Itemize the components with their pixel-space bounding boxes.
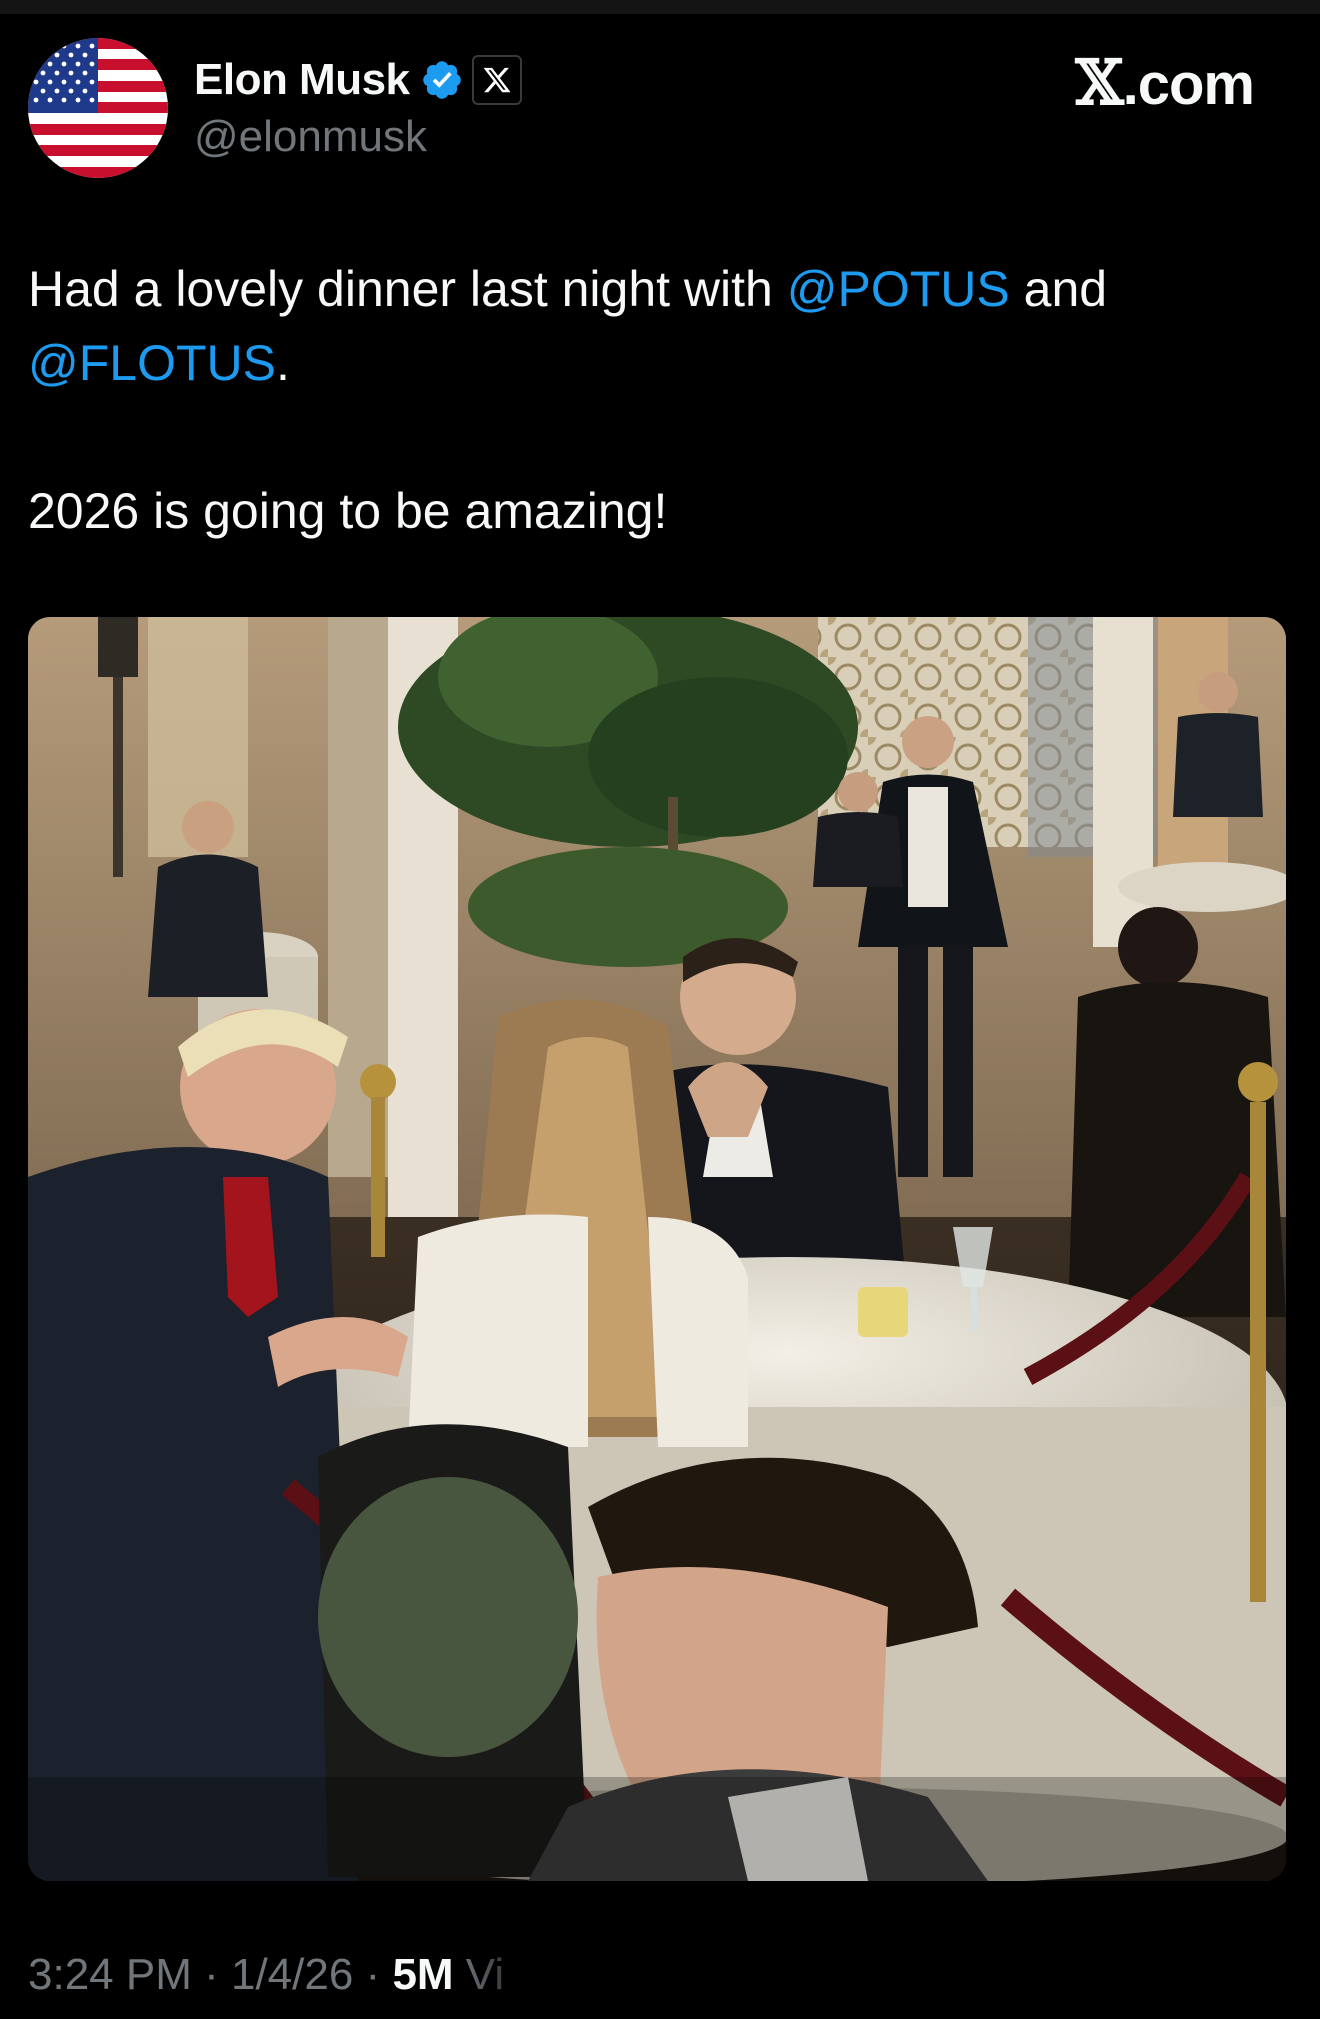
author-name-row: Elon Musk <box>194 50 522 110</box>
mention-link-potus[interactable]: @POTUS <box>787 261 1010 317</box>
meta-fade-overlay <box>460 1940 660 2010</box>
views-count[interactable]: 5M <box>392 1950 453 1999</box>
meta-separator: · <box>353 1950 393 1999</box>
brand-suffix: .com <box>1122 52 1255 117</box>
tweet-meta: 3:24 PM · 1/4/26 · 5M Vi <box>28 1950 504 2000</box>
tweet-text: Had a lovely dinner last night with @POT… <box>28 252 1278 548</box>
author-display-name[interactable]: Elon Musk <box>194 55 410 105</box>
avatar[interactable] <box>28 38 168 178</box>
tweet-text-part: . <box>276 335 290 391</box>
tweet-text-part: Had a lovely dinner last night with <box>28 261 787 317</box>
verified-badge-icon[interactable] <box>420 58 464 102</box>
tweet-photo[interactable] <box>28 617 1286 1881</box>
x-logo-badge-icon[interactable] <box>471 55 522 105</box>
x-brand-glyph: 𝕏 <box>1075 46 1124 119</box>
meta-separator: · <box>191 1950 231 1999</box>
top-status-strip <box>0 0 1320 14</box>
author-handle[interactable]: @elonmusk <box>194 112 427 162</box>
tweet-time[interactable]: 3:24 PM <box>28 1950 192 1999</box>
tweet-date[interactable]: 1/4/26 <box>231 1950 353 1999</box>
dinner-photo-illustration <box>28 617 1286 1881</box>
us-flag-avatar-icon <box>28 38 168 178</box>
tweet-text-line: 2026 is going to be amazing! <box>28 483 668 539</box>
tweet-text-part: and <box>1009 261 1108 317</box>
x-com-watermark: 𝕏 .com <box>1075 46 1255 119</box>
mention-link-flotus[interactable]: @FLOTUS <box>28 335 276 391</box>
